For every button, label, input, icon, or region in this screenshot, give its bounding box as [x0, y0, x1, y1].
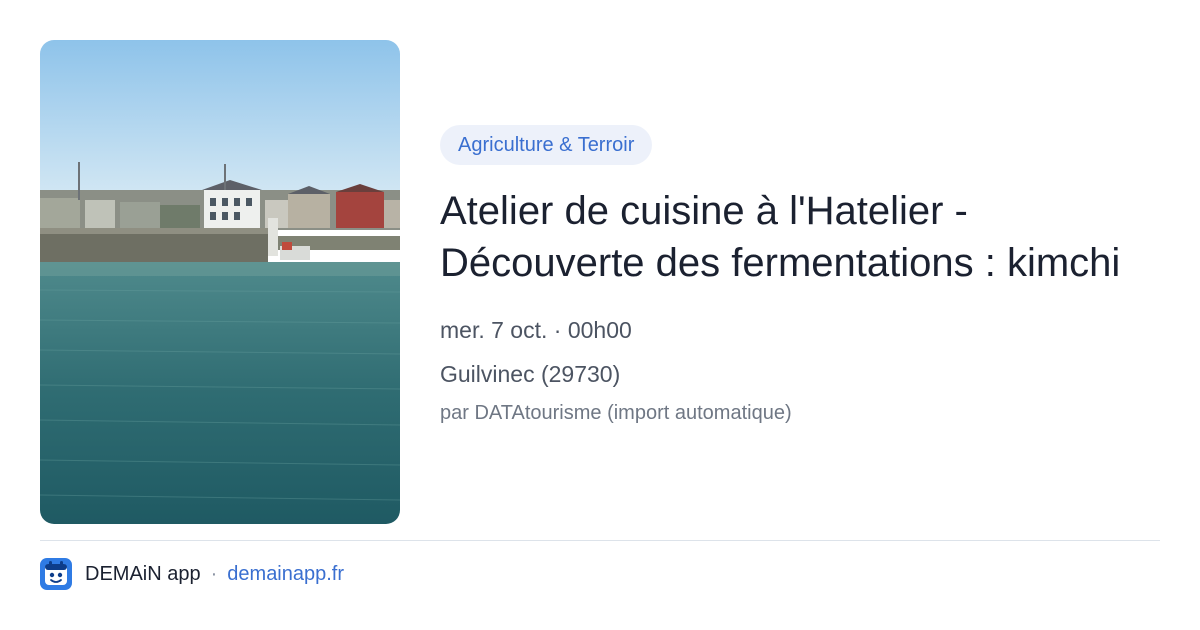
footer-separator: ·: [210, 562, 218, 585]
event-photo: [40, 40, 400, 524]
event-location: Guilvinec (29730): [440, 361, 621, 387]
event-card[interactable]: Agriculture & Terroir Atelier de cuisine…: [0, 0, 1200, 630]
footer-divider: [40, 540, 1160, 541]
category-chip[interactable]: Agriculture & Terroir: [440, 125, 653, 165]
event-title[interactable]: Atelier de cuisine à l'Hatelier - Découv…: [440, 185, 1145, 289]
event-date: mer. 7 oct. · 00h00: [440, 317, 632, 343]
event-source: par DATAtourisme (import automatique): [440, 402, 792, 424]
app-name: DEMAiN app: [85, 562, 201, 585]
demain-app-logo-icon: [40, 558, 72, 590]
footer: DEMAiN app · demainapp.fr: [40, 558, 344, 590]
domain-link[interactable]: demainapp.fr: [227, 563, 344, 586]
event-details: Agriculture & Terroir Atelier de cuisine…: [440, 125, 1160, 427]
